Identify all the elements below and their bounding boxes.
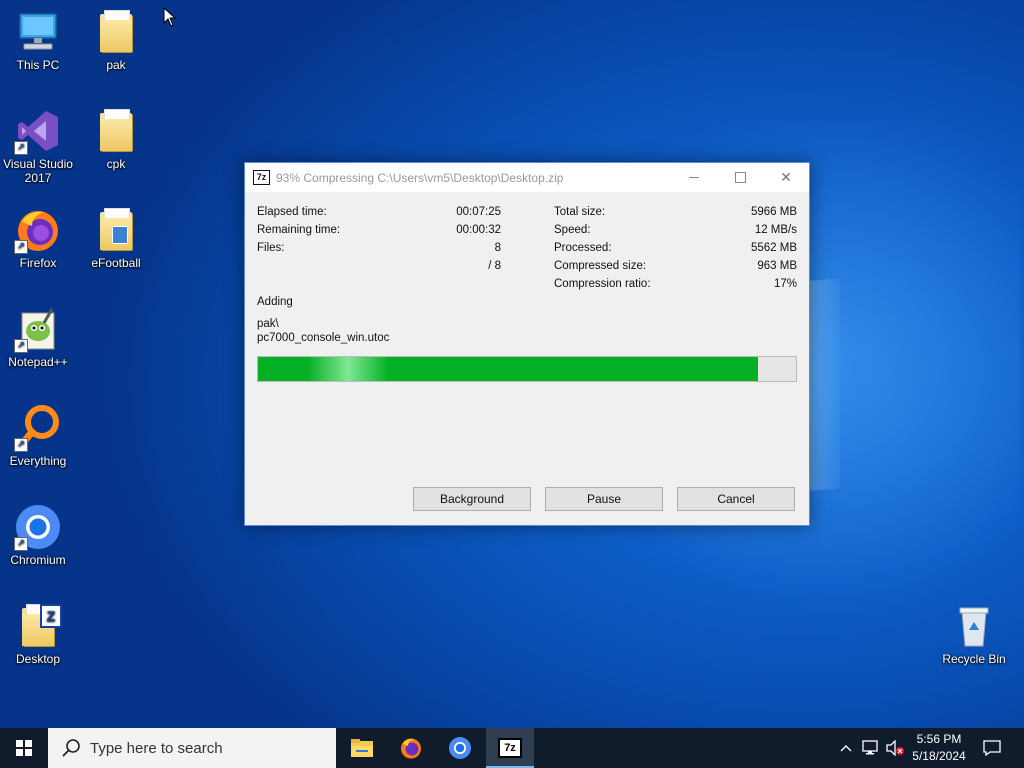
taskbar-clock[interactable]: 5:56 PM 5/18/2024 — [902, 731, 976, 765]
start-button[interactable] — [0, 728, 48, 768]
pause-button[interactable]: Pause — [545, 487, 663, 511]
taskbar-search-box[interactable]: Type here to search — [48, 728, 336, 768]
folder-icon — [92, 206, 140, 254]
file-icon — [112, 226, 128, 244]
left-stats: Elapsed time: 00:07:25 Remaining time: 0… — [257, 203, 501, 275]
everything-search-icon: ↗ — [14, 404, 62, 452]
recycle-bin-icon — [950, 602, 998, 650]
desktop-icon-chromium[interactable]: ↗ Chromium — [0, 503, 76, 567]
mouse-cursor-icon — [163, 7, 177, 27]
compression-progress-dialog: 7z 93% Compressing C:\Users\vm5\Desktop\… — [244, 162, 810, 526]
stat-speed: Speed: 12 MB/s — [554, 224, 797, 236]
shortcut-arrow-icon: ↗ — [14, 339, 28, 353]
desktop-icon-label: Chromium — [10, 553, 66, 567]
taskbar-file-explorer[interactable] — [338, 728, 386, 768]
desktop-icon-pak[interactable]: pak — [78, 8, 154, 72]
computer-icon — [14, 8, 62, 56]
current-file: pak\ pc7000_console_win.utoc — [257, 317, 389, 345]
dialog-titlebar[interactable]: 7z 93% Compressing C:\Users\vm5\Desktop\… — [245, 163, 809, 192]
stat-files: Files: 8 — [257, 242, 501, 254]
desktop-icon-label: Desktop — [15, 652, 61, 666]
chromium-icon — [449, 737, 471, 759]
taskbar-firefox[interactable] — [387, 728, 435, 768]
taskbar-chromium[interactable] — [436, 728, 484, 768]
taskbar-7zip[interactable]: 7z — [486, 728, 534, 768]
progress-bar-fill — [258, 357, 759, 381]
folder-icon — [92, 8, 140, 56]
visual-studio-icon: ↗ — [14, 107, 62, 155]
desktop-icon-everything[interactable]: ↗ Everything — [0, 404, 76, 468]
desktop-icon-notepad-plus-plus[interactable]: ↗ Notepad++ — [0, 305, 76, 369]
current-file-folder: pak\ — [257, 318, 279, 330]
desktop-icon-label: Notepad++ — [8, 355, 68, 369]
chromium-icon: ↗ — [14, 503, 62, 551]
minimize-icon — [689, 177, 699, 178]
desktop-icon-label: This PC — [16, 58, 60, 72]
file-explorer-icon — [351, 739, 373, 757]
desktop-icon-label: Visual Studio 2017 — [3, 157, 73, 185]
desktop-icon-label: Recycle Bin — [942, 652, 1006, 666]
firefox-icon: ↗ — [14, 206, 62, 254]
stat-elapsed-time: Elapsed time: 00:07:25 — [257, 206, 501, 218]
maximize-button[interactable] — [717, 163, 763, 192]
stat-compression-ratio: Compression ratio: 17% — [554, 278, 797, 290]
firefox-icon — [401, 738, 421, 759]
taskbar: Type here to search 7z 5:56 PM 5/18/2024 — [0, 728, 1024, 768]
desktop-icon-label: eFootball — [91, 256, 141, 270]
clock-date: 5/18/2024 — [912, 749, 966, 763]
search-icon — [60, 737, 82, 759]
stat-remaining-time: Remaining time: 00:00:32 — [257, 224, 501, 236]
7zip-icon: 7z — [498, 738, 522, 758]
shortcut-arrow-icon: ↗ — [14, 537, 28, 551]
stat-total-size: Total size: 5966 MB — [554, 206, 797, 218]
desktop-icon-efootball[interactable]: eFootball — [78, 206, 154, 270]
desktop-icon-cpk[interactable]: cpk — [78, 107, 154, 171]
minimize-button[interactable] — [671, 163, 717, 192]
shortcut-arrow-icon: ↗ — [14, 438, 28, 452]
desktop-icon-label: Firefox — [19, 256, 57, 270]
progress-bar — [257, 356, 797, 382]
desktop-icon-firefox[interactable]: ↗ Firefox — [0, 206, 76, 270]
7zip-app-icon: 7z — [253, 170, 270, 185]
close-icon: ✕ — [780, 169, 792, 185]
notification-icon — [983, 740, 1001, 756]
current-file-name: pc7000_console_win.utoc — [257, 332, 390, 344]
stat-processed: Processed: 5562 MB — [554, 242, 797, 254]
background-button[interactable]: Background — [413, 487, 531, 511]
windows-logo-icon — [16, 740, 32, 756]
network-status-button[interactable] — [860, 728, 882, 768]
maximize-icon — [734, 172, 746, 183]
chevron-up-icon — [840, 745, 852, 752]
desktop-icon-visual-studio[interactable]: ↗ Visual Studio 2017 — [0, 107, 76, 185]
desktop-icon-this-pc[interactable]: This PC — [0, 8, 76, 72]
stat-files-total: / 8 — [488, 260, 501, 272]
desktop-icon-label: cpk — [106, 157, 126, 171]
operation-status: Adding — [257, 296, 293, 308]
desktop-icon-recycle-bin[interactable]: Recycle Bin — [936, 602, 1012, 666]
zip-folder-icon: Z — [14, 602, 62, 650]
clock-time: 5:56 PM — [916, 732, 962, 746]
search-placeholder: Type here to search — [90, 739, 223, 757]
right-stats: Total size: 5966 MB Speed: 12 MB/s Proce… — [554, 203, 797, 293]
close-button[interactable]: ✕ — [763, 163, 809, 192]
zip-badge-icon: Z — [40, 604, 62, 628]
desktop-icon-desktop-zip[interactable]: Z Desktop — [0, 602, 76, 666]
notepad-plus-plus-icon: ↗ — [14, 305, 62, 353]
dialog-title: 93% Compressing C:\Users\vm5\Desktop\Des… — [276, 170, 564, 185]
network-icon — [862, 740, 878, 755]
desktop-icon-label: Everything — [9, 454, 67, 468]
shortcut-arrow-icon: ↗ — [14, 141, 28, 155]
action-center-button[interactable] — [978, 728, 1006, 768]
cancel-button[interactable]: Cancel — [677, 487, 795, 511]
show-hidden-icons-button[interactable] — [836, 728, 856, 768]
stat-compressed-size: Compressed size: 963 MB — [554, 260, 797, 272]
shortcut-arrow-icon: ↗ — [14, 240, 28, 254]
folder-icon — [92, 107, 140, 155]
desktop-icon-label: pak — [106, 58, 126, 72]
